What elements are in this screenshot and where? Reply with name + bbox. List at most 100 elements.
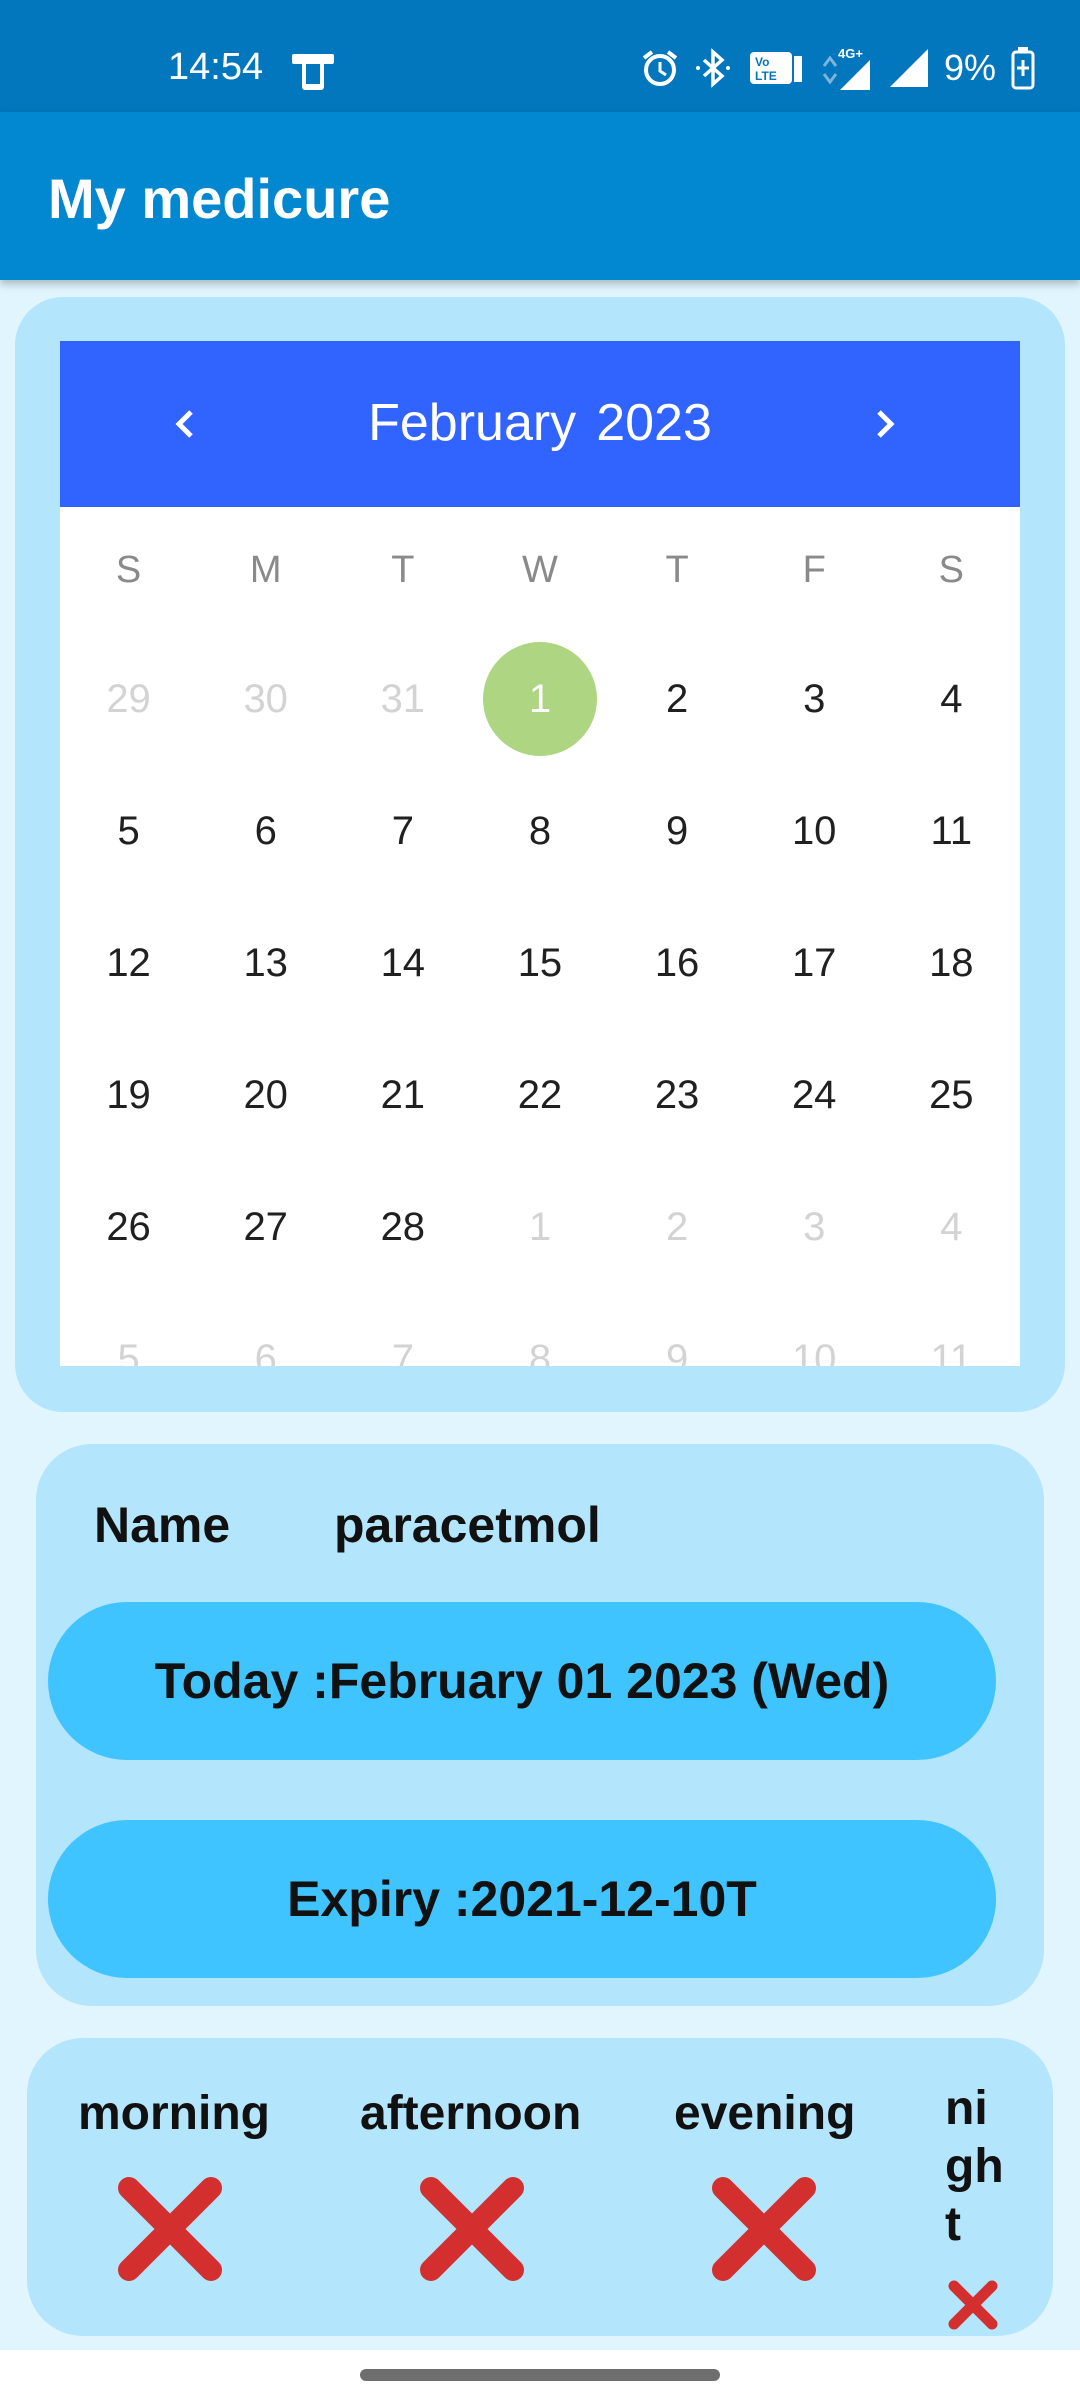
calendar-day[interactable]: 6 [197,1293,334,1367]
calendar-day[interactable]: 22 [471,1029,608,1161]
calendar-day[interactable]: 7 [334,1293,471,1367]
calendar-day-number: 2 [665,676,689,721]
calendar-day-number: 26 [106,1204,151,1249]
app-title: My medicure [48,167,391,230]
calendar-day-number: 8 [528,808,552,853]
medicine-name: paracetmol [334,1497,601,1553]
svg-text:4G+: 4G+ [838,46,863,61]
weekday-label: W [522,549,558,591]
calendar-day[interactable]: 3 [746,633,883,765]
calendar-day-number: 5 [117,1336,140,1367]
morning-cross-mark-icon[interactable] [115,2174,225,2289]
calendar-card: February 2023 S M T W T F S 29 30 31 1 2 3 4 5 6 7… [15,297,1065,1412]
weekday-label: M [249,549,282,591]
calendar-day[interactable]: 14 [334,897,471,1029]
calendar-day[interactable]: 15 [471,897,608,1029]
weekday-label: T [665,549,689,591]
calendar-day[interactable]: 11 [883,765,1020,897]
calendar-day-number: 3 [803,676,826,721]
signal-icon [888,47,930,89]
calendar-day[interactable]: 30 [197,633,334,765]
calendar-day[interactable]: 3 [746,1161,883,1293]
evening-label: evening [674,2087,856,2140]
calendar-day[interactable]: 4 [883,1161,1020,1293]
calendar-day[interactable]: 11 [883,1293,1020,1367]
calendar-day[interactable]: 13 [197,897,334,1029]
calendar-day[interactable]: 28 [334,1161,471,1293]
calendar-day-number: 4 [940,1204,963,1249]
calendar-day-number: 8 [528,1336,552,1367]
calendar-day-number: 11 [930,808,973,853]
calendar-day[interactable]: 27 [197,1161,334,1293]
calendar-day-number: 16 [654,940,700,985]
next-month-button[interactable] [850,389,920,459]
calendar-day[interactable]: 19 [60,1029,197,1161]
calendar-day-number: 5 [117,808,140,853]
afternoon-cross-mark-icon[interactable] [417,2174,527,2289]
weekday-label: F [802,549,826,591]
calendar-day[interactable]: 2 [609,1161,746,1293]
calendar-day-number: 19 [106,1072,151,1117]
calendar-day-number: 3 [803,1204,826,1249]
calendar-day-number: 7 [391,808,414,853]
calendar-day[interactable]: 24 [746,1029,883,1161]
calendar-day-number: 7 [391,1336,414,1367]
calendar-day-number: 14 [380,940,426,985]
calendar-year: 2023 [596,394,712,452]
night-cross-mark-icon[interactable] [946,2278,1000,2336]
calendar-day[interactable]: 5 [60,1293,197,1367]
name-label: Name [94,1497,231,1553]
calendar-day-number: 12 [106,940,151,985]
calendar-day-number: 9 [665,808,689,853]
calendar-day[interactable]: 9 [609,1293,746,1367]
calendar-day[interactable]: 12 [60,897,197,1029]
calendar-day[interactable]: 5 [60,765,197,897]
calendar-day-number: 6 [254,1336,277,1367]
calendar-day[interactable]: 7 [334,765,471,897]
calendar-day-number: 30 [243,676,288,721]
calendar-day-number: 1 [528,676,552,721]
calendar-day-number: 31 [380,676,426,721]
calendar-day-number: 17 [791,940,837,985]
calendar-day[interactable]: 21 [334,1029,471,1161]
weekday-label: S [115,549,142,591]
calendar-day[interactable]: 25 [883,1029,1020,1161]
calendar-day[interactable]: 20 [197,1029,334,1161]
calendar-day-number: 22 [517,1072,563,1117]
today-date-button[interactable]: Today :February 01 2023 (Wed) [48,1602,996,1760]
home-gesture-handle[interactable] [360,2369,720,2381]
calendar-day-number: 11 [930,1336,973,1367]
expiry-date-button[interactable]: Expiry :2021-12-10T [48,1820,996,1978]
phone-screen-icon [290,50,336,92]
calendar-day-selected[interactable]: 1 [471,633,608,765]
calendar-day[interactable]: 1 [471,1161,608,1293]
calendar-header: February 2023 [60,341,1020,507]
battery-charging-icon [1010,46,1036,90]
weekday-label: T [391,549,415,591]
weekday-row: S M T W T F S [60,507,1020,633]
calendar-day[interactable]: 16 [609,897,746,1029]
calendar-day-number: 10 [791,808,837,853]
svg-text:LTE: LTE [755,69,777,83]
calendar-day[interactable]: 6 [197,765,334,897]
calendar-day[interactable]: 23 [609,1029,746,1161]
calendar-day[interactable]: 18 [883,897,1020,1029]
calendar-day[interactable]: 17 [746,897,883,1029]
calendar-day[interactable]: 26 [60,1161,197,1293]
calendar-day[interactable]: 10 [746,1293,883,1367]
evening-cross-mark-icon[interactable] [709,2174,819,2289]
calendar-day-number: 20 [243,1072,288,1117]
status-bar: 14:54 Vo LTE 4G+ 9% [0,0,1080,112]
volte-icon: Vo LTE [748,48,804,88]
calendar-day[interactable]: 31 [334,633,471,765]
calendar-day[interactable]: 4 [883,633,1020,765]
calendar-day[interactable]: 10 [746,765,883,897]
calendar-day[interactable]: 2 [609,633,746,765]
calendar-day-number: 23 [654,1072,700,1117]
calendar-day[interactable]: 29 [60,633,197,765]
calendar-day[interactable]: 8 [471,1293,608,1367]
calendar-day[interactable]: 8 [471,765,608,897]
calendar-day-number: 4 [940,676,963,721]
calendar-day[interactable]: 9 [609,765,746,897]
night-label: night [945,2082,1004,2251]
